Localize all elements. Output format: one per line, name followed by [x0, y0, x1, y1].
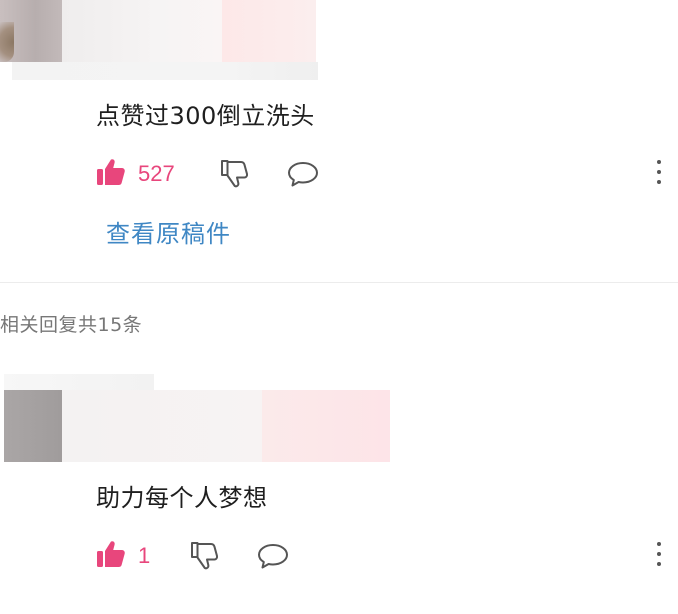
like-count: 1 — [138, 543, 151, 568]
more-options-button[interactable] — [654, 160, 664, 190]
replies-count: 相关回复共15条 — [0, 314, 143, 336]
thumbs-down-icon[interactable] — [218, 158, 250, 194]
like-button[interactable]: 1 — [96, 539, 150, 573]
comment-text: 助力每个人梦想 — [96, 484, 268, 512]
redacted-username-tail — [222, 0, 316, 62]
redacted-meta — [4, 374, 154, 390]
more-dot — [657, 180, 661, 184]
avatar-image — [0, 22, 14, 62]
redacted-username — [62, 0, 222, 62]
redacted-username-tail — [262, 390, 390, 462]
divider — [0, 282, 678, 283]
thumbs-up-icon — [96, 539, 126, 573]
more-vertical-icon — [657, 542, 661, 546]
more-vertical-icon — [657, 160, 661, 164]
like-button[interactable]: 527 — [96, 157, 175, 191]
reply-comment: 助力每个人梦想 1 — [0, 374, 678, 614]
more-options-button[interactable] — [654, 542, 664, 572]
thumbs-down-icon[interactable] — [188, 540, 220, 576]
more-dot — [657, 562, 661, 566]
redacted-username — [62, 390, 262, 462]
speech-bubble-icon[interactable] — [286, 160, 320, 192]
redacted-meta — [12, 62, 318, 80]
thumbs-up-icon — [96, 157, 126, 191]
main-comment: 点赞过300倒立洗头 527 查看原稿件 — [0, 0, 678, 280]
comment-actions: 527 — [96, 156, 318, 192]
comment-text: 点赞过300倒立洗头 — [96, 102, 315, 130]
view-original-link[interactable]: 查看原稿件 — [106, 214, 231, 249]
more-dot — [657, 170, 661, 174]
comment-actions: 1 — [96, 538, 288, 574]
more-dot — [657, 552, 661, 556]
like-count: 527 — [138, 161, 175, 186]
speech-bubble-icon[interactable] — [256, 542, 290, 574]
redacted-avatar — [4, 390, 62, 462]
